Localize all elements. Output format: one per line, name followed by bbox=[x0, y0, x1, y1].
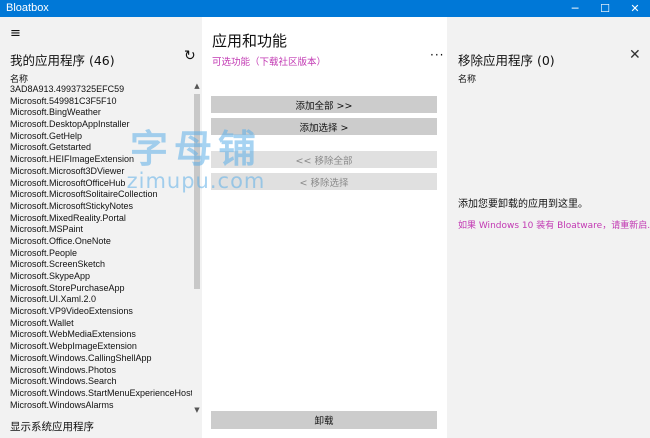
show-system-apps-toggle[interactable]: 显示系统应用程序 bbox=[10, 419, 94, 434]
maximize-button[interactable]: ☐ bbox=[590, 0, 620, 17]
refresh-icon[interactable]: ↻ bbox=[184, 48, 196, 64]
apps-scrollbar[interactable]: ▲ ▼ bbox=[192, 82, 202, 417]
minimize-button[interactable]: ─ bbox=[560, 0, 590, 17]
empty-remove-list-message: 添加您要卸载的应用到这里。 bbox=[458, 199, 588, 210]
remove-apps-title: 移除应用程序 (0) bbox=[458, 53, 555, 68]
app-list-item[interactable]: 3AD8A913.49937325EFC59 bbox=[10, 84, 192, 96]
apps-features-panel: 应用和功能 可选功能（下载社区版本） ··· 添加全部 >> 添加选择 > <<… bbox=[202, 17, 447, 438]
app-list-item[interactable]: Microsoft.MixedReality.Portal bbox=[10, 213, 192, 225]
scroll-down-icon[interactable]: ▼ bbox=[192, 406, 202, 414]
app-list-item[interactable]: Microsoft.HEIFImageExtension bbox=[10, 154, 192, 166]
uninstall-button[interactable]: 卸载 bbox=[211, 411, 437, 429]
app-list-item[interactable]: Microsoft.Windows.Photos bbox=[10, 365, 192, 377]
app-list-item[interactable]: Microsoft.WebpImageExtension bbox=[10, 341, 192, 353]
scroll-up-icon[interactable]: ▲ bbox=[192, 82, 202, 90]
app-list-item[interactable]: Microsoft.Office.OneNote bbox=[10, 236, 192, 248]
app-list-item[interactable]: Microsoft.549981C3F5F10 bbox=[10, 96, 192, 108]
hamburger-menu-icon[interactable]: ≡ bbox=[10, 27, 21, 40]
scrollbar-thumb[interactable] bbox=[194, 94, 200, 289]
bloatware-info-link[interactable]: 如果 Windows 10 装有 Bloatware，请重新启... bbox=[458, 218, 650, 231]
app-list-item[interactable]: Microsoft.WebMediaExtensions bbox=[10, 329, 192, 341]
installed-apps-title: 我的应用程序 (46) bbox=[10, 53, 115, 68]
more-options-icon[interactable]: ··· bbox=[430, 48, 444, 62]
app-list-item[interactable]: Microsoft.GetHelp bbox=[10, 131, 192, 143]
app-list-item[interactable]: Microsoft.Getstarted bbox=[10, 142, 192, 154]
app-list-item[interactable]: Microsoft.StorePurchaseApp bbox=[10, 283, 192, 295]
optional-features-link[interactable]: 可选功能（下载社区版本） bbox=[212, 54, 326, 68]
add-selected-button[interactable]: 添加选择 > bbox=[211, 118, 437, 135]
app-list-item[interactable]: Microsoft.MicrosoftStickyNotes bbox=[10, 201, 192, 213]
app-list-item[interactable]: Microsoft.People bbox=[10, 248, 192, 260]
app-list-item[interactable]: Microsoft.Microsoft3DViewer bbox=[10, 166, 192, 178]
add-all-button[interactable]: 添加全部 >> bbox=[211, 96, 437, 113]
installed-apps-list: 3AD8A913.49937325EFC59 Microsoft.549981C3… bbox=[10, 84, 192, 419]
app-list-item[interactable]: Microsoft.Windows.CallingShellApp bbox=[10, 353, 192, 365]
app-list-item[interactable]: Microsoft.Windows.Search bbox=[10, 376, 192, 388]
app-list-item[interactable]: Microsoft.DesktopAppInstaller bbox=[10, 119, 192, 131]
remove-apps-panel: 移除应用程序 (0) ✕ 名称 添加您要卸载的应用到这里。 如果 Windows… bbox=[447, 17, 650, 438]
close-icon[interactable]: ✕ bbox=[629, 47, 641, 63]
close-window-button[interactable]: ✕ bbox=[620, 0, 650, 17]
remove-selected-button[interactable]: < 移除选择 bbox=[211, 173, 437, 190]
installed-apps-panel: ≡ 我的应用程序 (46) ↻ 名称 3AD8A913.49937325EFC5… bbox=[0, 17, 202, 438]
window-title: Bloatbox bbox=[6, 2, 49, 14]
page-title: 应用和功能 bbox=[212, 32, 288, 50]
remove-all-button[interactable]: << 移除全部 bbox=[211, 151, 437, 168]
app-list-item[interactable]: Microsoft.MSPaint bbox=[10, 224, 192, 236]
remove-name-column-header: 名称 bbox=[458, 75, 477, 85]
app-list-item[interactable]: Microsoft.UI.Xaml.2.0 bbox=[10, 294, 192, 306]
app-list-item[interactable]: Microsoft.Wallet bbox=[10, 318, 192, 330]
app-list-item[interactable]: Microsoft.VP9VideoExtensions bbox=[10, 306, 192, 318]
app-list-item[interactable]: Microsoft.WindowsAlarms bbox=[10, 400, 192, 412]
app-list-item[interactable]: Microsoft.ScreenSketch bbox=[10, 259, 192, 271]
title-bar: Bloatbox ─ ☐ ✕ bbox=[0, 0, 650, 17]
app-list-item[interactable]: Microsoft.MicrosoftSolitaireCollection bbox=[10, 189, 192, 201]
app-list-item[interactable]: Microsoft.SkypeApp bbox=[10, 271, 192, 283]
app-list-item[interactable]: Microsoft.MicrosoftOfficeHub bbox=[10, 178, 192, 190]
app-list-item[interactable]: Microsoft.BingWeather bbox=[10, 107, 192, 119]
app-list-item[interactable]: Microsoft.Windows.StartMenuExperienceHos… bbox=[10, 388, 192, 400]
